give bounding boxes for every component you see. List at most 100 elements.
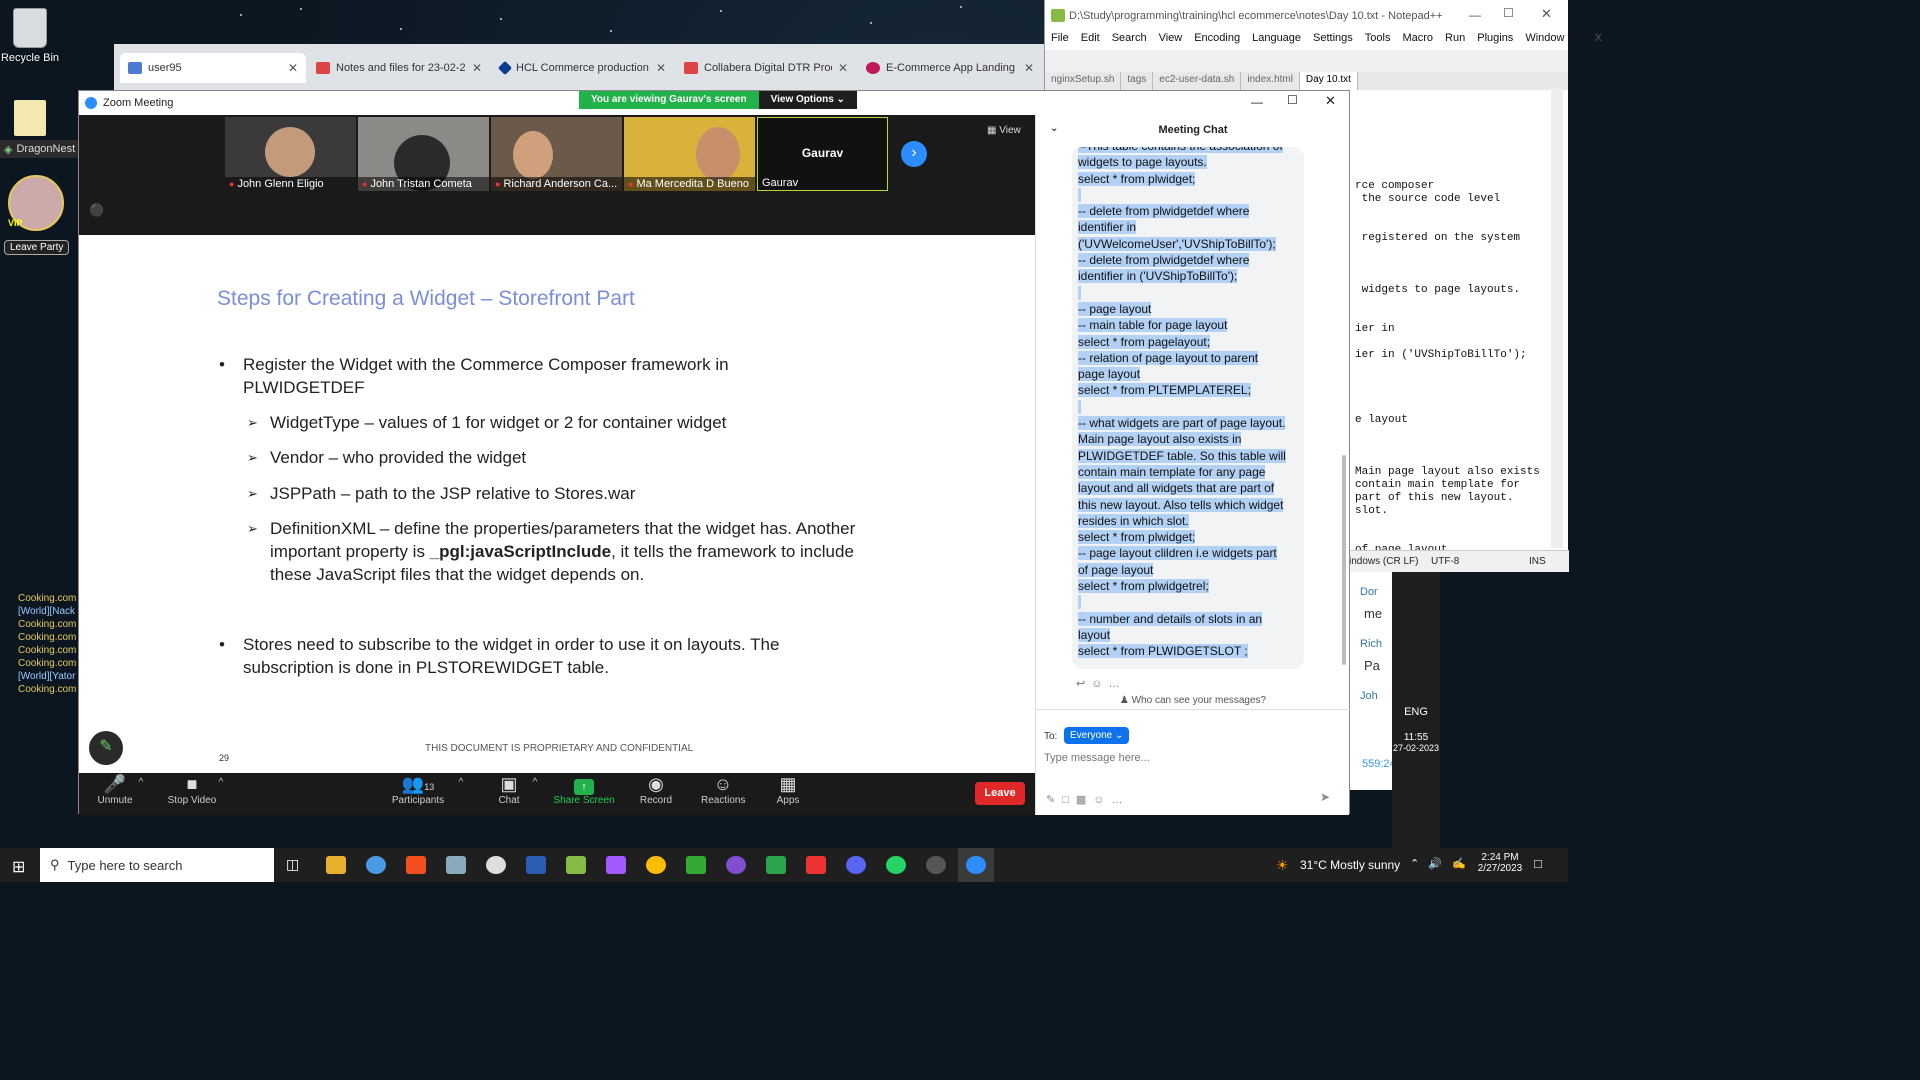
task-view-icon[interactable]: ◫ [286, 856, 299, 873]
minimize-button[interactable]: — [1251, 95, 1263, 109]
doc-tab[interactable]: nginxSetup.sh [1045, 72, 1122, 90]
code-editor[interactable]: rce composer the source code level regis… [1355, 180, 1540, 557]
reply-icon[interactable]: ↩ [1076, 678, 1091, 690]
collapse-chevron-icon[interactable]: ⌄ [1050, 123, 1058, 134]
pen-icon[interactable]: ✍ [1452, 857, 1466, 870]
weather-text[interactable]: 31°C Mostly sunny [1300, 858, 1400, 872]
taskbar-clock[interactable]: 2:24 PM 2/27/2023 [1472, 852, 1528, 874]
browser-tab[interactable]: user95 ✕ [120, 53, 306, 83]
participant-tile[interactable]: ● John Glenn Eligio [225, 117, 356, 191]
chat-message[interactable]: --This table contains the association of… [1072, 147, 1304, 669]
browser-tab[interactable]: Collabera Digital DTR Process ✕ [676, 53, 856, 83]
menu-plugins[interactable]: Plugins [1471, 32, 1519, 46]
next-page-button[interactable]: › [901, 141, 927, 167]
menu-run[interactable]: Run [1439, 32, 1471, 46]
doc-tab[interactable]: tags [1121, 72, 1154, 90]
view-button[interactable]: ▦ View [987, 125, 1021, 136]
file-explorer-icon[interactable] [326, 856, 346, 874]
participant-tile[interactable]: ● Ma Mercedita D Bueno [624, 117, 755, 191]
menu-encoding[interactable]: Encoding [1188, 32, 1246, 46]
chrome-icon[interactable] [646, 856, 666, 874]
unmute-button[interactable]: 🎤 Unmute [95, 773, 135, 806]
audio-options-chevron[interactable]: ^ [135, 777, 147, 788]
send-icon[interactable]: ➤ [1320, 790, 1330, 804]
participant-tile[interactable]: ● Richard Anderson Ca... [491, 117, 622, 191]
more-icon[interactable]: … [1108, 678, 1125, 690]
menu-view[interactable]: View [1153, 32, 1189, 46]
participant-tile[interactable]: ● John Tristan Cometa [358, 117, 489, 191]
stop-video-button[interactable]: ■ Stop Video [165, 773, 219, 806]
chat-button[interactable]: ▣ Chat [493, 773, 525, 806]
emoji-icon[interactable]: ☺ [1093, 794, 1111, 806]
video-options-chevron[interactable]: ^ [215, 777, 227, 788]
app-icon[interactable] [926, 856, 946, 874]
maximize-button[interactable]: ☐ [1287, 93, 1298, 107]
brave-icon[interactable] [406, 856, 426, 874]
vertical-scrollbar[interactable] [1551, 88, 1563, 548]
menu-file[interactable]: File [1045, 32, 1075, 46]
record-button[interactable]: ◉ Record [639, 773, 673, 806]
close-button[interactable]: ✕ [1541, 6, 1552, 22]
recycle-bin-icon[interactable]: Recycle Bin [0, 8, 60, 64]
app-icon[interactable] [486, 856, 506, 874]
leave-button[interactable]: Leave [975, 782, 1025, 805]
browser-tab[interactable]: E-Commerce App Landing He ✕ [858, 53, 1042, 83]
menu-search[interactable]: Search [1106, 32, 1153, 46]
annotate-pen-button[interactable]: ✎ [89, 731, 123, 765]
notepad-taskbar-icon[interactable] [566, 856, 586, 874]
doc-tab[interactable]: ec2-user-data.sh [1153, 72, 1242, 90]
chat-options-chevron[interactable]: ^ [529, 777, 541, 788]
recipient-dropdown[interactable]: Everyone ⌄ [1064, 727, 1130, 744]
participants-options-chevron[interactable]: ^ [455, 777, 467, 788]
close-icon[interactable]: ✕ [288, 61, 298, 75]
minimize-button[interactable]: — [1469, 8, 1481, 22]
close-doc-button[interactable]: X [1589, 32, 1608, 46]
doc-tab-active[interactable]: Day 10.txt [1299, 72, 1358, 90]
windows-start-icon[interactable]: ⊞ [12, 857, 25, 877]
intellij-icon[interactable] [526, 856, 546, 874]
edge-icon[interactable] [766, 856, 786, 874]
close-button[interactable]: ✕ [1325, 93, 1336, 109]
chat-scrollbar[interactable] [1342, 455, 1346, 665]
whatsapp-icon[interactable] [886, 856, 906, 874]
close-icon[interactable]: ✕ [1024, 61, 1034, 75]
menu-tools[interactable]: Tools [1359, 32, 1397, 46]
menu-help[interactable]: ? [1570, 32, 1588, 46]
maximize-button[interactable]: ☐ [1503, 6, 1514, 20]
participants-button[interactable]: 👥13 Participants [391, 773, 445, 806]
browser-tab[interactable]: HCL Commerce production en ✕ [492, 53, 674, 83]
close-icon[interactable]: ✕ [838, 61, 848, 75]
file-icon[interactable] [14, 100, 46, 136]
app-icon[interactable] [806, 856, 826, 874]
chat-message-input[interactable] [1044, 747, 1334, 769]
file-icon[interactable]: ▩ [1076, 794, 1093, 806]
share-screen-button[interactable]: ↑ Share Screen [553, 773, 615, 806]
figma-icon[interactable] [606, 856, 626, 874]
viber-icon[interactable] [726, 856, 746, 874]
apps-button[interactable]: ▦ Apps [773, 773, 803, 806]
tray-up-chevron-icon[interactable]: ⌃ [1410, 857, 1419, 870]
menu-language[interactable]: Language [1246, 32, 1307, 46]
doc-tab[interactable]: index.html [1241, 72, 1300, 90]
browser-tab[interactable]: Notes and files for 23-02-2023 ✕ [308, 53, 490, 83]
screenshot-icon[interactable]: □ [1062, 794, 1076, 806]
volume-icon[interactable]: 🔊 [1428, 857, 1442, 870]
taskbar-search-box[interactable]: ⚲ Type here to search [40, 848, 274, 882]
view-options-button[interactable]: View Options ⌄ [758, 91, 857, 109]
app-icon[interactable] [366, 856, 386, 874]
close-icon[interactable]: ✕ [656, 61, 666, 75]
menu-window[interactable]: Window [1519, 32, 1570, 46]
reactions-button[interactable]: ☺ Reactions [701, 773, 745, 806]
menu-edit[interactable]: Edit [1075, 32, 1106, 46]
app-icon[interactable] [446, 856, 466, 874]
who-can-see[interactable]: ♟ Who can see your messages? [1036, 695, 1350, 706]
format-icon[interactable]: ✎ [1046, 794, 1062, 806]
dragonnest-shortcut[interactable]: ◈ DragonNest [0, 140, 80, 158]
zoom-taskbar-active[interactable] [958, 848, 994, 882]
menu-settings[interactable]: Settings [1307, 32, 1359, 46]
notifications-icon[interactable]: □ [1534, 856, 1542, 871]
more-icon[interactable]: … [1112, 794, 1130, 806]
game-icon[interactable] [686, 856, 706, 874]
participant-tile-active[interactable]: Gaurav Gaurav [757, 117, 888, 191]
close-icon[interactable]: ✕ [472, 61, 482, 75]
